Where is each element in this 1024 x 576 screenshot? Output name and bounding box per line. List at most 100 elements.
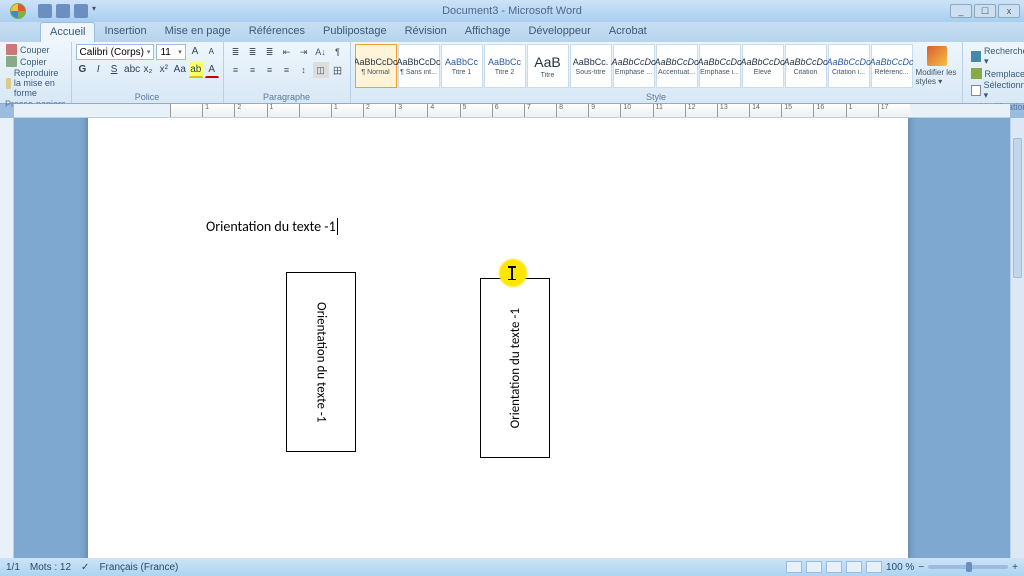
style-item[interactable]: AaBbCcDcCitation	[785, 44, 827, 88]
ruler-vertical[interactable]	[0, 118, 14, 558]
style-name: Citation i...	[829, 69, 869, 76]
indent-dec-button[interactable]: ⇤	[279, 44, 295, 60]
style-item[interactable]: AaBbCcDcÉlevé	[742, 44, 784, 88]
justify-button[interactable]: ≡	[279, 62, 295, 78]
line-spacing-button[interactable]: ↕	[296, 62, 312, 78]
style-item[interactable]: AaBbCcDcEmphase i...	[699, 44, 741, 88]
sort-button[interactable]: A↓	[313, 44, 329, 60]
zoom-slider[interactable]	[928, 565, 1008, 569]
scrollbar-thumb[interactable]	[1013, 138, 1022, 278]
borders-button[interactable]: 田	[330, 62, 346, 78]
status-language[interactable]: Français (France)	[99, 562, 178, 573]
document-page[interactable]: Orientation du texte -1 Orientation du t…	[88, 118, 908, 558]
zoom-out-button[interactable]: −	[918, 562, 924, 573]
copy-label: Copier	[20, 57, 47, 67]
office-button[interactable]	[2, 0, 34, 22]
show-marks-button[interactable]: ¶	[330, 44, 346, 60]
cut-label: Couper	[20, 45, 50, 55]
view-web-button[interactable]	[826, 561, 842, 573]
style-item[interactable]: AaBbCcDcAccentuat...	[656, 44, 698, 88]
styles-gallery[interactable]: AaBbCcDc¶ NormalAaBbCcDc¶ Sans int...AaB…	[355, 44, 914, 88]
status-words[interactable]: Mots : 12	[30, 562, 71, 573]
view-print-layout-button[interactable]	[786, 561, 802, 573]
tab-affichage[interactable]: Affichage	[456, 22, 520, 42]
qat-customize-icon[interactable]: ▾	[92, 4, 100, 18]
textbox-2-text: Orientation du texte -1	[508, 308, 523, 428]
font-size-combo[interactable]: 11▾	[156, 44, 185, 60]
scrollbar-vertical[interactable]	[1010, 118, 1024, 558]
tab-publipostage[interactable]: Publipostage	[314, 22, 396, 42]
tab-references[interactable]: Références	[240, 22, 314, 42]
underline-button[interactable]: S	[107, 62, 121, 78]
style-item[interactable]: AaBbCcDcEmphase ...	[613, 44, 655, 88]
textbox-2[interactable]: Orientation du texte -1	[480, 278, 550, 458]
tab-mise-en-page[interactable]: Mise en page	[156, 22, 240, 42]
replace-button[interactable]: Remplacer	[971, 68, 1024, 79]
align-left-button[interactable]: ≡	[228, 62, 244, 78]
copy-button[interactable]: Copier	[4, 56, 67, 67]
mouse-highlight-icon	[498, 258, 528, 288]
tab-developpeur[interactable]: Développeur	[519, 22, 599, 42]
indent-inc-button[interactable]: ⇥	[296, 44, 312, 60]
cut-button[interactable]: Couper	[4, 44, 67, 55]
ruler-tick: 13	[717, 104, 749, 117]
qat-save-icon[interactable]	[38, 4, 52, 18]
numbering-button[interactable]: ≣	[245, 44, 261, 60]
style-item[interactable]: AaBbCcDc¶ Normal	[355, 44, 397, 88]
style-item[interactable]: AaBbCcDcCitation i...	[828, 44, 870, 88]
grow-font-button[interactable]: A	[188, 44, 202, 60]
multilevel-button[interactable]: ≣	[262, 44, 278, 60]
zoom-slider-knob[interactable]	[966, 562, 972, 572]
zoom-in-button[interactable]: +	[1012, 562, 1018, 573]
align-center-button[interactable]: ≡	[245, 62, 261, 78]
qat-redo-icon[interactable]	[74, 4, 88, 18]
qat-undo-icon[interactable]	[56, 4, 70, 18]
style-item[interactable]: AaBbCcTitre 1	[441, 44, 483, 88]
style-item[interactable]: AaBbCcDcRéférenc...	[871, 44, 913, 88]
view-draft-button[interactable]	[866, 561, 882, 573]
tab-insertion[interactable]: Insertion	[95, 22, 155, 42]
style-name: Référenc...	[872, 69, 912, 76]
ruler-horizontal[interactable]: 12112345678910111213141516117	[14, 104, 1010, 118]
textbox-1[interactable]: Orientation du texte -1	[286, 272, 356, 452]
style-item[interactable]: AaBbCcTitre 2	[484, 44, 526, 88]
format-painter-button[interactable]: Reproduire la mise en forme	[4, 68, 67, 98]
replace-icon	[971, 68, 982, 79]
superscript-button[interactable]: x²	[157, 62, 171, 78]
tab-accueil[interactable]: Accueil	[40, 22, 95, 42]
tab-acrobat[interactable]: Acrobat	[600, 22, 656, 42]
clear-format-button[interactable]: Aa	[173, 62, 187, 78]
group-styles: AaBbCcDc¶ NormalAaBbCcDc¶ Sans int...AaB…	[351, 42, 963, 103]
bold-button[interactable]: G	[76, 62, 90, 78]
body-paragraph[interactable]: Orientation du texte -1	[206, 218, 338, 235]
italic-button[interactable]: I	[91, 62, 105, 78]
shrink-font-button[interactable]: A	[204, 44, 218, 60]
view-fullscreen-button[interactable]	[806, 561, 822, 573]
bullets-button[interactable]: ≣	[228, 44, 244, 60]
maximize-button[interactable]: ☐	[974, 4, 996, 18]
minimize-button[interactable]: _	[950, 4, 972, 18]
font-color-button[interactable]: A	[205, 62, 219, 78]
style-preview: AaBbCcDc	[741, 57, 785, 67]
style-item[interactable]: AaBbCc.Sous-titre	[570, 44, 612, 88]
shading-button[interactable]: ◫	[313, 62, 329, 78]
ruler-tick: 1	[846, 104, 878, 117]
style-preview: AaBbCc	[488, 57, 521, 67]
status-page[interactable]: 1/1	[6, 562, 20, 573]
find-button[interactable]: Rechercher ▾	[971, 46, 1024, 67]
select-button[interactable]: Sélectionner ▾	[971, 80, 1024, 101]
zoom-level[interactable]: 100 %	[886, 562, 914, 573]
tab-revision[interactable]: Révision	[396, 22, 456, 42]
change-styles-icon	[927, 46, 947, 66]
strike-button[interactable]: abc	[123, 62, 139, 78]
status-proofing-icon[interactable]: ✓	[81, 562, 89, 573]
subscript-button[interactable]: x₂	[141, 62, 155, 78]
change-styles-button[interactable]: Modifier les styles ▾	[916, 44, 958, 88]
view-outline-button[interactable]	[846, 561, 862, 573]
align-right-button[interactable]: ≡	[262, 62, 278, 78]
style-item[interactable]: AaBbCcDc¶ Sans int...	[398, 44, 440, 88]
font-family-combo[interactable]: Calibri (Corps)▾	[76, 44, 155, 60]
highlight-button[interactable]: ab	[189, 62, 203, 78]
close-button[interactable]: x	[998, 4, 1020, 18]
style-item[interactable]: AaBTitre	[527, 44, 569, 88]
